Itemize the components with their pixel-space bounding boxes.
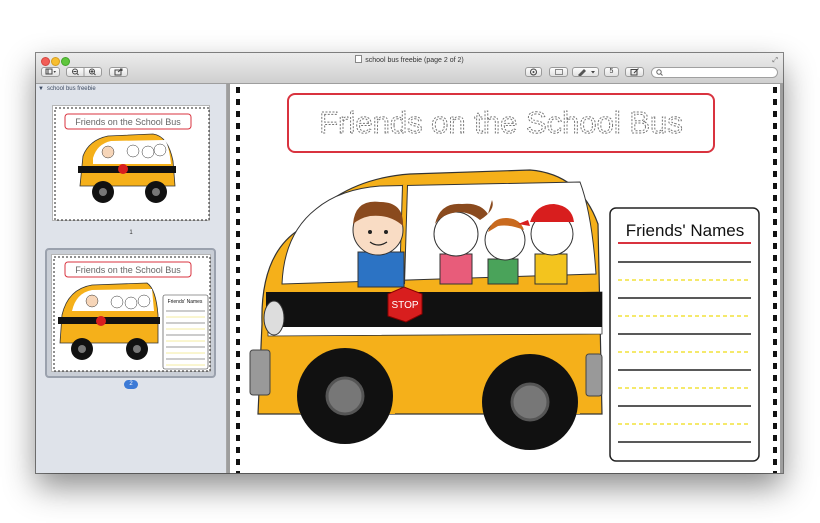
document-view[interactable]: Friends on the School Bus STOP Friends' … — [227, 84, 783, 473]
driver-child — [352, 201, 405, 288]
share-button[interactable] — [109, 67, 128, 77]
stop-sign-text: STOP — [391, 300, 418, 311]
thumbnail-2-preview: Friends on the School Bus Friends' Names — [53, 256, 211, 372]
friends-names-box: Friends' Names — [609, 207, 760, 462]
thumbnail-1-title: Friends on the School Bus — [75, 117, 181, 127]
title-bar: school bus freebie (page 2 of 2) ⤢ 5 — [36, 53, 783, 84]
thumbnail-2-title: Friends on the School Bus — [75, 265, 181, 275]
document-icon — [355, 55, 363, 63]
disclosure-triangle-icon[interactable]: ▼ — [38, 86, 44, 92]
edit-icon — [630, 68, 639, 76]
pen-icon — [577, 69, 595, 76]
window-title: school bus freebie (page 2 of 2) — [36, 55, 783, 64]
preview-window: school bus freebie (page 2 of 2) ⤢ 5 ▼ s… — [36, 53, 783, 473]
zoom-button-group — [66, 67, 102, 77]
zoom-in-icon[interactable] — [89, 68, 96, 76]
rotate-icon — [554, 69, 563, 75]
page-number-2-badge: 2 — [124, 380, 138, 389]
thumbnail-sidebar: ▼ school bus freebie Friends on the Schoo… — [36, 84, 227, 473]
friends-names-title: Friends' Names — [626, 221, 745, 240]
school-bus-illustration: STOP — [249, 169, 603, 450]
page-thumbnail-2[interactable]: Friends on the School Bus Friends' Names — [51, 254, 211, 372]
page-counter[interactable]: 5 — [604, 67, 619, 77]
share-icon — [114, 68, 122, 76]
page-artwork: Friends on the School Bus STOP Friends' … — [236, 87, 777, 473]
thumbnail-1-preview: Friends on the School Bus — [54, 107, 210, 221]
annotate-button[interactable] — [625, 67, 644, 77]
page-number-1: 1 — [129, 230, 133, 236]
search-icon — [656, 69, 663, 76]
document-page: Friends on the School Bus STOP Friends' … — [230, 84, 780, 473]
sidebar-view-icon — [45, 68, 56, 75]
page-thumbnail-1[interactable]: Friends on the School Bus — [52, 105, 210, 221]
markup-tool-button[interactable] — [572, 67, 599, 77]
zoom-out-icon[interactable] — [72, 68, 79, 76]
target-icon — [530, 68, 537, 76]
view-menu-button[interactable] — [41, 67, 60, 77]
show-markup-button[interactable] — [525, 67, 542, 77]
search-input[interactable] — [651, 67, 778, 78]
rotate-button[interactable] — [549, 67, 568, 77]
document-title: Friends on the School Bus — [319, 105, 683, 140]
sidebar-header[interactable]: ▼ school bus freebie — [38, 86, 96, 92]
thumbnail-2-names-title: Friends' Names — [168, 299, 203, 305]
fullscreen-icon[interactable]: ⤢ — [772, 57, 778, 65]
